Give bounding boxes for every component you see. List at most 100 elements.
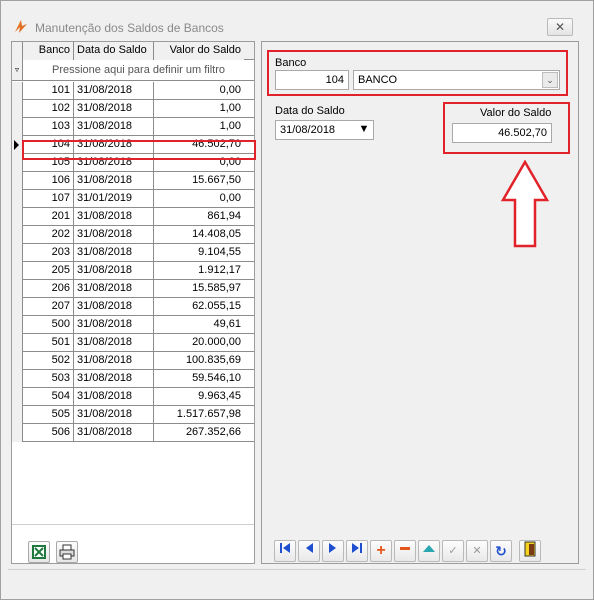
cell-banco[interactable]: 102 [23,100,74,118]
cell-valor[interactable]: 1,00 [154,118,244,136]
table-row[interactable]: 101 31/08/2018 0,00 [12,82,254,100]
cell-valor[interactable]: 1,00 [154,100,244,118]
cell-banco[interactable]: 506 [23,424,74,442]
cell-data[interactable]: 31/08/2018 [74,280,154,298]
cell-valor[interactable]: 14.408,05 [154,226,244,244]
cell-data[interactable]: 31/08/2018 [74,244,154,262]
cell-data[interactable]: 31/08/2018 [74,316,154,334]
banco-code-field[interactable]: 104 [275,70,349,90]
table-row[interactable]: 205 31/08/2018 1.912,17 [12,262,254,280]
cell-banco[interactable]: 502 [23,352,74,370]
cell-data[interactable]: 31/08/2018 [74,388,154,406]
column-header-valor[interactable]: Valor do Saldo [154,42,244,60]
filter-row[interactable]: ▿ Pressione aqui para definir um filtro [12,60,254,81]
table-row[interactable]: 503 31/08/2018 59.546,10 [12,370,254,388]
row-indicator[interactable] [12,370,23,388]
cell-valor[interactable]: 861,94 [154,208,244,226]
cell-banco[interactable]: 500 [23,316,74,334]
cell-valor[interactable]: 267.352,66 [154,424,244,442]
cell-banco[interactable]: 505 [23,406,74,424]
row-indicator[interactable] [12,244,23,262]
cell-data[interactable]: 31/08/2018 [74,370,154,388]
cell-valor[interactable]: 46.502,70 [154,136,244,154]
table-row[interactable]: 504 31/08/2018 9.963,45 [12,388,254,406]
cell-valor[interactable]: 0,00 [154,82,244,100]
nav-next-icon[interactable] [322,540,344,562]
cell-banco[interactable]: 101 [23,82,74,100]
cell-valor[interactable]: 15.585,97 [154,280,244,298]
row-indicator[interactable] [12,100,23,118]
cell-data[interactable]: 31/08/2018 [74,298,154,316]
cell-banco[interactable]: 503 [23,370,74,388]
cell-valor[interactable]: 100.835,69 [154,352,244,370]
cell-data[interactable]: 31/08/2018 [74,424,154,442]
nav-refresh-icon[interactable]: ↻ [490,540,512,562]
row-indicator[interactable] [12,154,23,172]
row-indicator[interactable] [12,226,23,244]
nav-post-icon[interactable]: ✓ [442,540,464,562]
table-row[interactable]: 106 31/08/2018 15.667,50 [12,172,254,190]
table-row[interactable]: 506 31/08/2018 267.352,66 [12,424,254,442]
cell-banco[interactable]: 107 [23,190,74,208]
cell-data[interactable]: 31/08/2018 [74,406,154,424]
cell-data[interactable]: 31/01/2019 [74,190,154,208]
filter-prompt[interactable]: Pressione aqui para definir um filtro [24,60,253,80]
cell-banco[interactable]: 105 [23,154,74,172]
cell-valor[interactable]: 0,00 [154,190,244,208]
cell-data[interactable]: 31/08/2018 [74,334,154,352]
table-row[interactable]: 201 31/08/2018 861,94 [12,208,254,226]
cell-data[interactable]: 31/08/2018 [74,208,154,226]
table-row[interactable]: 102 31/08/2018 1,00 [12,100,254,118]
table-row[interactable]: 206 31/08/2018 15.585,97 [12,280,254,298]
row-indicator[interactable] [12,406,23,424]
cell-banco[interactable]: 103 [23,118,74,136]
row-indicator[interactable] [12,388,23,406]
cell-banco[interactable]: 501 [23,334,74,352]
nav-edit-icon[interactable] [418,540,440,562]
table-row[interactable]: 104 31/08/2018 46.502,70 [12,136,254,154]
cell-data[interactable]: 31/08/2018 [74,154,154,172]
row-indicator[interactable] [12,118,23,136]
table-row[interactable]: 202 31/08/2018 14.408,05 [12,226,254,244]
cell-banco[interactable]: 504 [23,388,74,406]
table-row[interactable]: 500 31/08/2018 49,61 [12,316,254,334]
row-indicator[interactable] [12,136,23,154]
row-indicator[interactable] [12,334,23,352]
exit-door-icon[interactable] [519,540,541,562]
column-header-banco[interactable]: Banco [23,42,74,60]
table-row[interactable]: 207 31/08/2018 62.055,15 [12,298,254,316]
nav-first-icon[interactable] [274,540,296,562]
cell-banco[interactable]: 104 [23,136,74,154]
cell-data[interactable]: 31/08/2018 [74,100,154,118]
cell-valor[interactable]: 1.912,17 [154,262,244,280]
row-indicator[interactable] [12,190,23,208]
cell-banco[interactable]: 201 [23,208,74,226]
row-indicator[interactable] [12,262,23,280]
cell-data[interactable]: 31/08/2018 [74,262,154,280]
row-indicator[interactable] [12,172,23,190]
table-row[interactable]: 501 31/08/2018 20.000,00 [12,334,254,352]
table-row[interactable]: 502 31/08/2018 100.835,69 [12,352,254,370]
cell-banco[interactable]: 207 [23,298,74,316]
cell-banco[interactable]: 206 [23,280,74,298]
cell-valor[interactable]: 62.055,15 [154,298,244,316]
row-indicator[interactable] [12,82,23,100]
cell-valor[interactable]: 20.000,00 [154,334,244,352]
nav-delete-icon[interactable] [394,540,416,562]
cell-valor[interactable]: 0,00 [154,154,244,172]
row-indicator[interactable] [12,352,23,370]
table-row[interactable]: 105 31/08/2018 0,00 [12,154,254,172]
cell-data[interactable]: 31/08/2018 [74,172,154,190]
banco-dropdown-chevron-icon[interactable]: ⌄ [542,72,558,88]
row-indicator[interactable] [12,298,23,316]
table-row[interactable]: 203 31/08/2018 9.104,55 [12,244,254,262]
row-indicator[interactable] [12,208,23,226]
cell-valor[interactable]: 1.517.657,98 [154,406,244,424]
table-row[interactable]: 505 31/08/2018 1.517.657,98 [12,406,254,424]
row-indicator[interactable] [12,280,23,298]
export-excel-button[interactable] [28,541,50,563]
date-picker-chevron-icon[interactable]: ▼ [356,122,372,138]
row-indicator[interactable] [12,424,23,442]
banco-name-combobox[interactable]: BANCO [353,70,560,90]
cell-data[interactable]: 31/08/2018 [74,118,154,136]
